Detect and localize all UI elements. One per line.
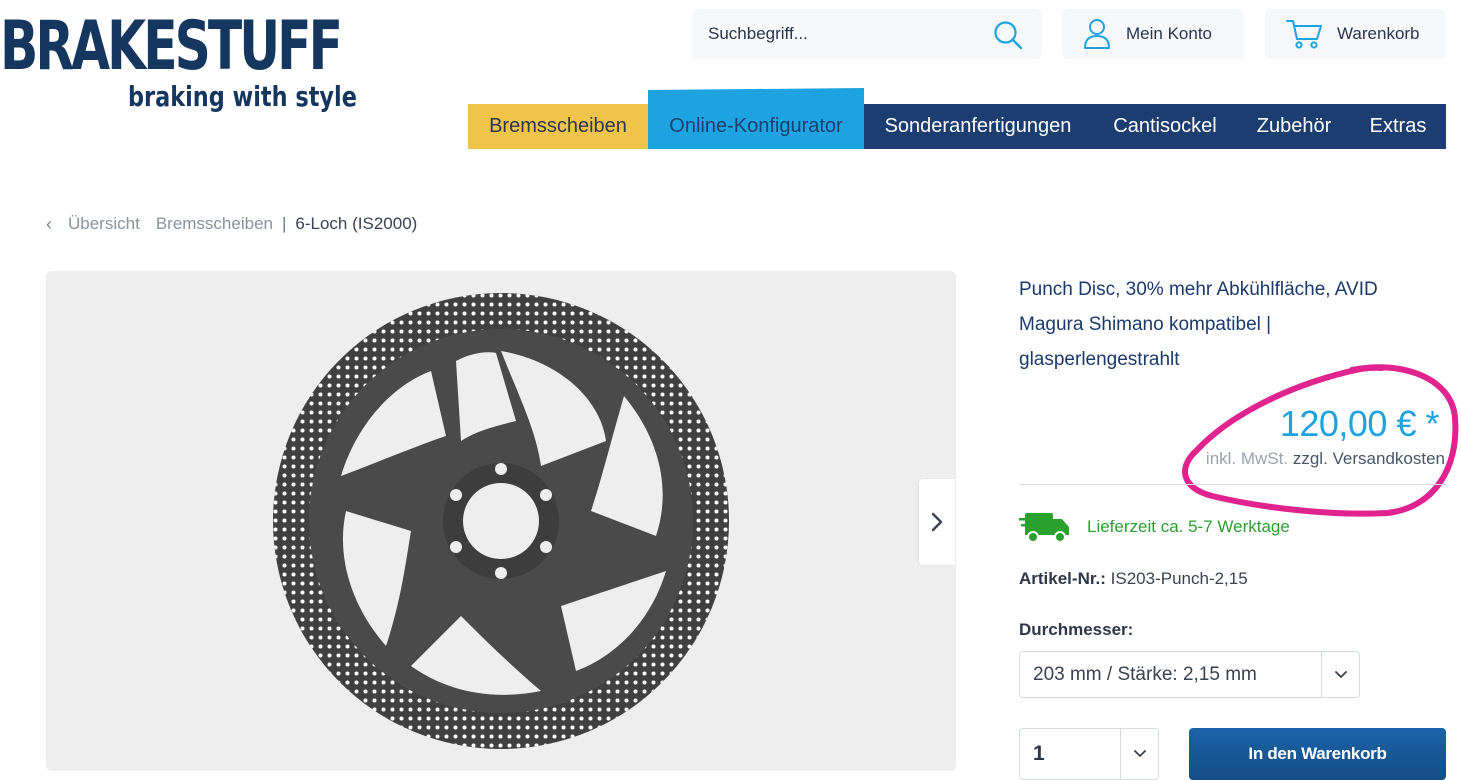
search-icon (994, 21, 1023, 50)
product-price: 120,00 € * (1279, 403, 1440, 444)
user-icon (1084, 19, 1110, 49)
cart-icon (1286, 20, 1322, 49)
brake-disc-image (271, 291, 731, 751)
product-title-line-3: glasperlengestrahlt (1019, 349, 1180, 370)
diameter-select[interactable]: 203 mm / Stärke: 2,15 mm (1019, 651, 1360, 698)
breadcrumb-item-current[interactable]: 6-Loch (IS2000) (295, 214, 417, 234)
product-title-line-2: Magura Shimano kompatibel | (1019, 314, 1272, 335)
add-to-cart-button[interactable]: In den Warenkorb (1189, 728, 1446, 780)
chevron-down-icon (1321, 652, 1359, 697)
account-label: Mein Konto (1126, 24, 1212, 43)
search-input[interactable] (708, 24, 978, 44)
divider (1019, 484, 1446, 485)
truck-icon (1019, 513, 1069, 543)
nav-item-online-konfigurator[interactable]: Online-Konfigurator (648, 88, 864, 149)
brand-logo[interactable]: BRAKESTUFF braking with style (0, 10, 357, 120)
breadcrumb-item-bremsscheiben[interactable]: Bremsscheiben (156, 214, 273, 234)
search-button[interactable] (992, 19, 1024, 51)
cart-button[interactable]: Warenkorb (1265, 9, 1446, 59)
search-bar (692, 9, 1042, 59)
logo-wordmark: BRAKESTUFF (0, 7, 343, 86)
chevron-left-icon[interactable]: ‹ (46, 214, 52, 235)
cart-label: Warenkorb (1337, 24, 1420, 43)
nav-item-bremsscheiben[interactable]: Bremsscheiben (468, 104, 648, 149)
quantity-value: 1 (1033, 742, 1045, 765)
diameter-label: Durchmesser: (1019, 620, 1134, 639)
nav-item-zubehoer[interactable]: Zubehör (1238, 104, 1350, 149)
account-button[interactable]: Mein Konto (1062, 9, 1244, 59)
breadcrumb: ‹ Übersicht Bremsscheiben | 6-Loch (IS20… (46, 212, 417, 236)
breadcrumb-separator: | (281, 214, 287, 233)
chevron-down-icon (1120, 729, 1158, 779)
delivery-info: Lieferzeit ca. 5-7 Werktage (1019, 511, 1290, 543)
price-note: inkl. MwSt. zzgl. Versandkosten (1206, 449, 1445, 469)
vat-note: inkl. MwSt. (1205, 449, 1289, 468)
shipping-costs-link[interactable]: zzgl. Versandkosten (1293, 449, 1445, 468)
product-title: Punch Disc, 30% mehr Abkühlfläche, AVID … (1019, 272, 1439, 377)
sku-info: Artikel-Nr.: IS203-Punch-2,15 (1019, 569, 1248, 589)
product-title-line-1: Punch Disc, 30% mehr Abkühlfläche, AVID (1019, 279, 1378, 300)
diameter-selected-value: 203 mm / Stärke: 2,15 mm (1033, 663, 1257, 685)
chevron-right-icon (931, 512, 943, 532)
delivery-time: Lieferzeit ca. 5-7 Werktage (1087, 517, 1290, 536)
nav-item-cantisockel[interactable]: Cantisockel (1092, 104, 1238, 149)
quantity-select[interactable]: 1 (1019, 728, 1159, 780)
gallery-next-button[interactable] (919, 479, 955, 565)
breadcrumb-overview-link[interactable]: Übersicht (68, 214, 140, 234)
logo-tagline: braking with style (128, 80, 357, 113)
nav-item-extras[interactable]: Extras (1350, 104, 1446, 149)
product-image-gallery (46, 271, 956, 771)
sku-label: Artikel-Nr.: (1019, 569, 1106, 588)
main-navigation: Bremsscheiben Online-Konfigurator Sonder… (468, 88, 1446, 149)
nav-item-sonderanfertigungen[interactable]: Sonderanfertigungen (864, 104, 1092, 149)
sku-value: IS203-Punch-2,15 (1110, 569, 1248, 588)
